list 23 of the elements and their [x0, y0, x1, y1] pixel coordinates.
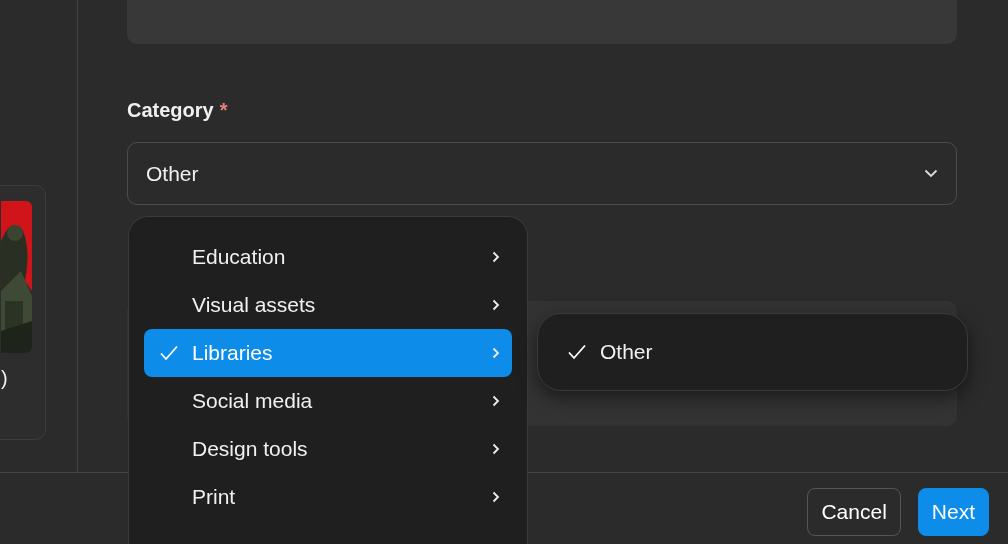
check-icon: [160, 345, 178, 361]
card-caption: ): [1, 366, 8, 390]
menu-item[interactable]: Print: [144, 473, 512, 521]
menu-item[interactable]: Social media: [144, 377, 512, 425]
caret-icon: [924, 169, 938, 178]
check-icon: [568, 344, 586, 360]
cancel-button[interactable]: Cancel: [807, 488, 901, 536]
chevron-icon: [492, 491, 500, 503]
chevron-icon: [492, 251, 500, 263]
menu-item[interactable]: Design tools: [144, 425, 512, 473]
category-select[interactable]: Other: [127, 142, 957, 205]
menu-item[interactable]: Visual assets: [144, 281, 512, 329]
field-label: Category: [127, 99, 214, 121]
menu-item[interactable]: Libraries: [144, 329, 512, 377]
chevron-icon: [492, 443, 500, 455]
preview-card[interactable]: ): [0, 185, 46, 440]
chevron-icon: [492, 395, 500, 407]
menu-item[interactable]: Education: [144, 233, 512, 281]
next-button[interactable]: Next: [917, 488, 989, 536]
chevron-icon: [492, 347, 500, 359]
menu-item[interactable]: Other: [568, 336, 653, 368]
chevron-icon: [492, 299, 500, 311]
required-mark: *: [219, 99, 228, 121]
